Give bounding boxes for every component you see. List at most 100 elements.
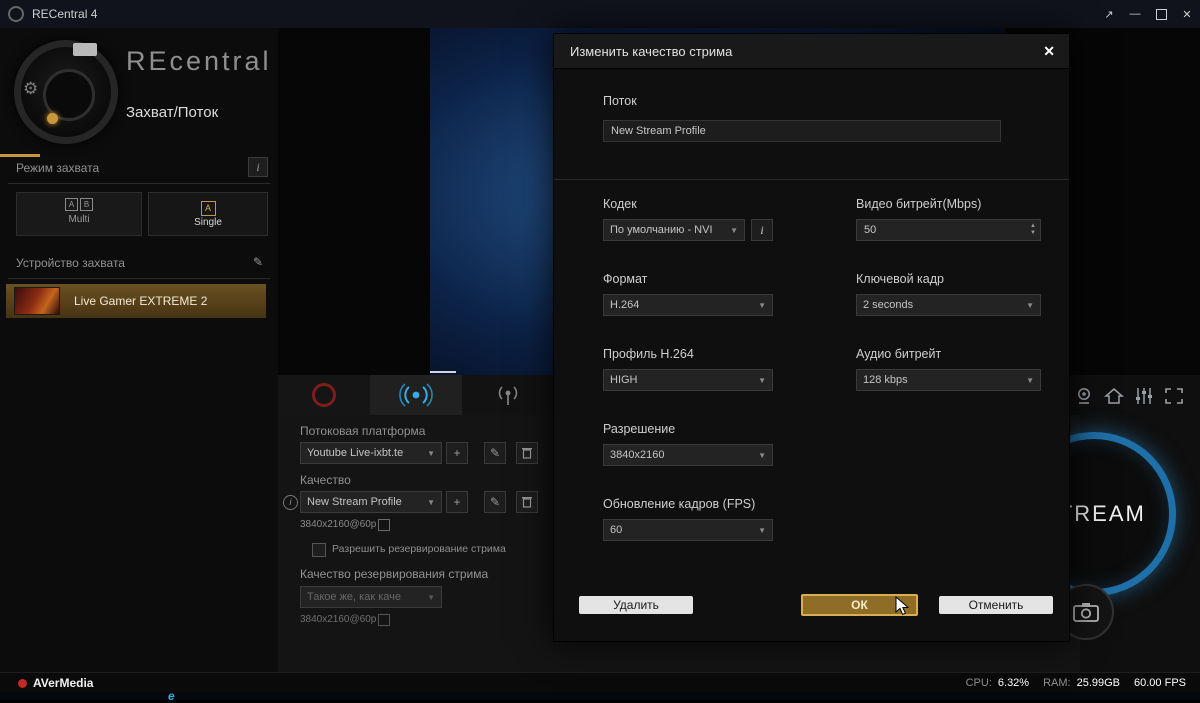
single-mode-button[interactable]: A Single [148, 192, 268, 236]
home-icon[interactable] [1104, 387, 1124, 405]
backup-checkbox[interactable] [312, 543, 326, 557]
stream-name-input[interactable]: New Stream Profile [603, 120, 1001, 142]
statusbar: AVerMedia CPU: 6.32% RAM: 25.99GB 60.00 … [0, 672, 1200, 693]
capture-mode-label: Режим захвата [16, 161, 100, 175]
popout-icon[interactable]: ↗ [1096, 0, 1122, 28]
multi-mode-icon: A B [65, 198, 93, 211]
format-dropdown[interactable]: H.264 ▼ [603, 294, 773, 316]
chevron-down-icon: ▼ [427, 448, 435, 458]
chevron-down-icon: ▼ [1026, 300, 1034, 310]
page-title: Захват/Поток [126, 104, 219, 121]
antenna-icon [498, 386, 518, 405]
single-mode-label: Single [194, 217, 222, 228]
windows-taskbar: e [0, 689, 1200, 703]
preview-progress [430, 371, 456, 373]
quality-edit-button[interactable]: ✎ [484, 491, 506, 513]
device-list-item[interactable]: Live Gamer EXTREME 2 [6, 284, 266, 318]
trash-icon [522, 497, 532, 508]
tab-stream[interactable] [370, 375, 462, 415]
titlebar: RECentral 4 ↗ — ✕ [0, 0, 1200, 29]
profile-label: Профиль H.264 [603, 347, 694, 361]
dial-gold-dot [47, 113, 58, 124]
video-bitrate-label: Видео битрейт(Mbps) [856, 197, 982, 211]
edge-icon[interactable]: e [168, 689, 175, 703]
device-edit-button[interactable]: ✎ [248, 252, 268, 272]
codec-info-button[interactable]: i [751, 219, 773, 241]
multi-mode-label: Multi [68, 214, 90, 225]
plus-icon: + [453, 495, 461, 509]
keyframe-dropdown[interactable]: 2 seconds ▼ [856, 294, 1041, 316]
device-name: Live Gamer EXTREME 2 [74, 294, 208, 308]
spinner-up-icon[interactable]: ▲ [1030, 223, 1036, 230]
window-title: RECentral 4 [32, 7, 98, 21]
detail-icon [378, 614, 390, 626]
backup-checkbox-label: Разрешить резервирование стрима [332, 543, 506, 555]
delete-button[interactable]: Удалить [579, 596, 693, 614]
tab-capture[interactable] [462, 375, 554, 415]
edit-stream-quality-dialog: Изменить качество стрима ✕ Поток New Str… [553, 33, 1070, 642]
pencil-icon: ✎ [489, 495, 501, 509]
brand-wordmark: REcentral [126, 46, 272, 76]
info-icon: i [760, 222, 764, 237]
platform-delete-button[interactable] [516, 442, 538, 464]
chevron-down-icon: ▼ [1026, 375, 1034, 385]
backup-detail: 3840x2160@60p [300, 614, 377, 625]
plus-icon: + [453, 446, 461, 460]
pencil-icon: ✎ [489, 446, 501, 460]
sidebar: ⚙ REcentral Захват/Поток Режим захвата i… [0, 28, 279, 672]
detail-icon [378, 519, 390, 531]
audio-bitrate-label: Аудио битрейт [856, 347, 942, 361]
maximize-icon [1155, 8, 1167, 20]
single-mode-icon: A [149, 198, 267, 216]
multi-mode-button[interactable]: A B Multi [16, 192, 142, 236]
cpu-value: 6.32% [997, 677, 1030, 689]
quality-delete-button[interactable] [516, 491, 538, 513]
quality-dropdown[interactable]: New Stream Profile ▼ [300, 491, 442, 513]
capture-mode-info-button[interactable]: i [248, 157, 268, 177]
close-button[interactable]: ✕ [1174, 0, 1200, 28]
platform-edit-button[interactable]: ✎ [484, 442, 506, 464]
recentral-dial-logo[interactable]: ⚙ [14, 40, 118, 144]
chevron-down-icon: ▼ [427, 592, 435, 602]
tab-record[interactable] [278, 375, 370, 415]
platform-dropdown[interactable]: Youtube Live-ixbt.te ▼ [300, 442, 442, 464]
fullscreen-icon[interactable] [1164, 387, 1184, 405]
record-icon [312, 383, 336, 407]
codec-label: Кодек [603, 197, 637, 211]
fps-dropdown[interactable]: 60 ▼ [603, 519, 773, 541]
resolution-dropdown[interactable]: 3840x2160 ▼ [603, 444, 773, 466]
quality-add-button[interactable]: + [446, 491, 468, 513]
mixer-icon[interactable] [1134, 387, 1154, 405]
gear-icon[interactable]: ⚙ [23, 79, 38, 99]
minimize-button[interactable]: — [1122, 0, 1148, 28]
mouse-cursor [895, 596, 910, 616]
codec-dropdown[interactable]: По умолчанию - NVI ▼ [603, 219, 745, 241]
chevron-down-icon: ▼ [758, 525, 766, 535]
video-bitrate-spinner[interactable]: 50 ▲ ▼ [856, 219, 1041, 241]
webcam-icon[interactable] [1074, 387, 1094, 405]
cancel-button[interactable]: Отменить [939, 596, 1053, 614]
cpu-label: CPU: [965, 677, 992, 689]
ram-label: RAM: [1043, 677, 1071, 689]
maximize-button[interactable] [1148, 0, 1174, 28]
audio-bitrate-dropdown[interactable]: 128 kbps ▼ [856, 369, 1041, 391]
chevron-down-icon: ▼ [730, 225, 738, 235]
quality-info-icon[interactable]: i [283, 495, 298, 510]
spinner-down-icon[interactable]: ▼ [1030, 230, 1036, 237]
stream-name-label: Поток [603, 94, 637, 108]
chevron-down-icon: ▼ [758, 450, 766, 460]
capture-device-label: Устройство захвата [16, 256, 125, 270]
active-tab-indicator [0, 154, 40, 157]
quality-label: Качество [300, 473, 351, 487]
fps-value: 60.00 FPS [1134, 677, 1186, 689]
platform-label: Потоковая платформа [300, 424, 426, 438]
platform-add-button[interactable]: + [446, 442, 468, 464]
keyframe-label: Ключевой кадр [856, 272, 944, 286]
backup-quality-dropdown[interactable]: Такое же, как каче ▼ [300, 586, 442, 608]
dialog-header: Изменить качество стрима ✕ [554, 34, 1069, 69]
profile-dropdown[interactable]: HIGH ▼ [603, 369, 773, 391]
broadcast-icon [399, 383, 433, 407]
chevron-down-icon: ▼ [427, 497, 435, 507]
dialog-close-icon[interactable]: ✕ [1043, 43, 1055, 60]
pencil-icon: ✎ [252, 255, 264, 269]
